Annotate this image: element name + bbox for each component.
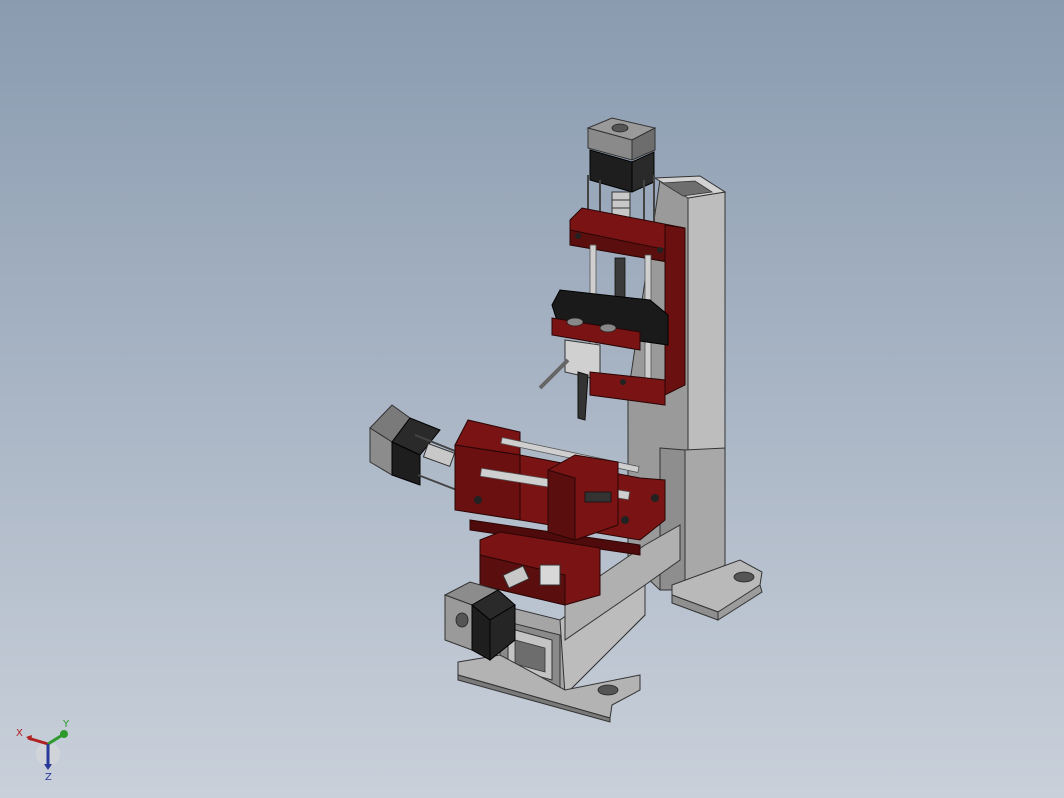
y-axis-arrowhead [60,730,68,738]
x-axis-motor[interactable] [369,404,466,493]
y-axis-label: Y [62,719,70,730]
x-axis-label: X [16,728,23,739]
z-axis-arrowhead [44,764,52,770]
cad-viewport[interactable] [0,0,1064,798]
z-axis-label: Z [45,772,52,783]
orientation-triad[interactable]: X Y Z [12,714,76,784]
z-axis-carriage[interactable] [538,207,686,421]
x-axis-arrowhead [26,735,32,741]
